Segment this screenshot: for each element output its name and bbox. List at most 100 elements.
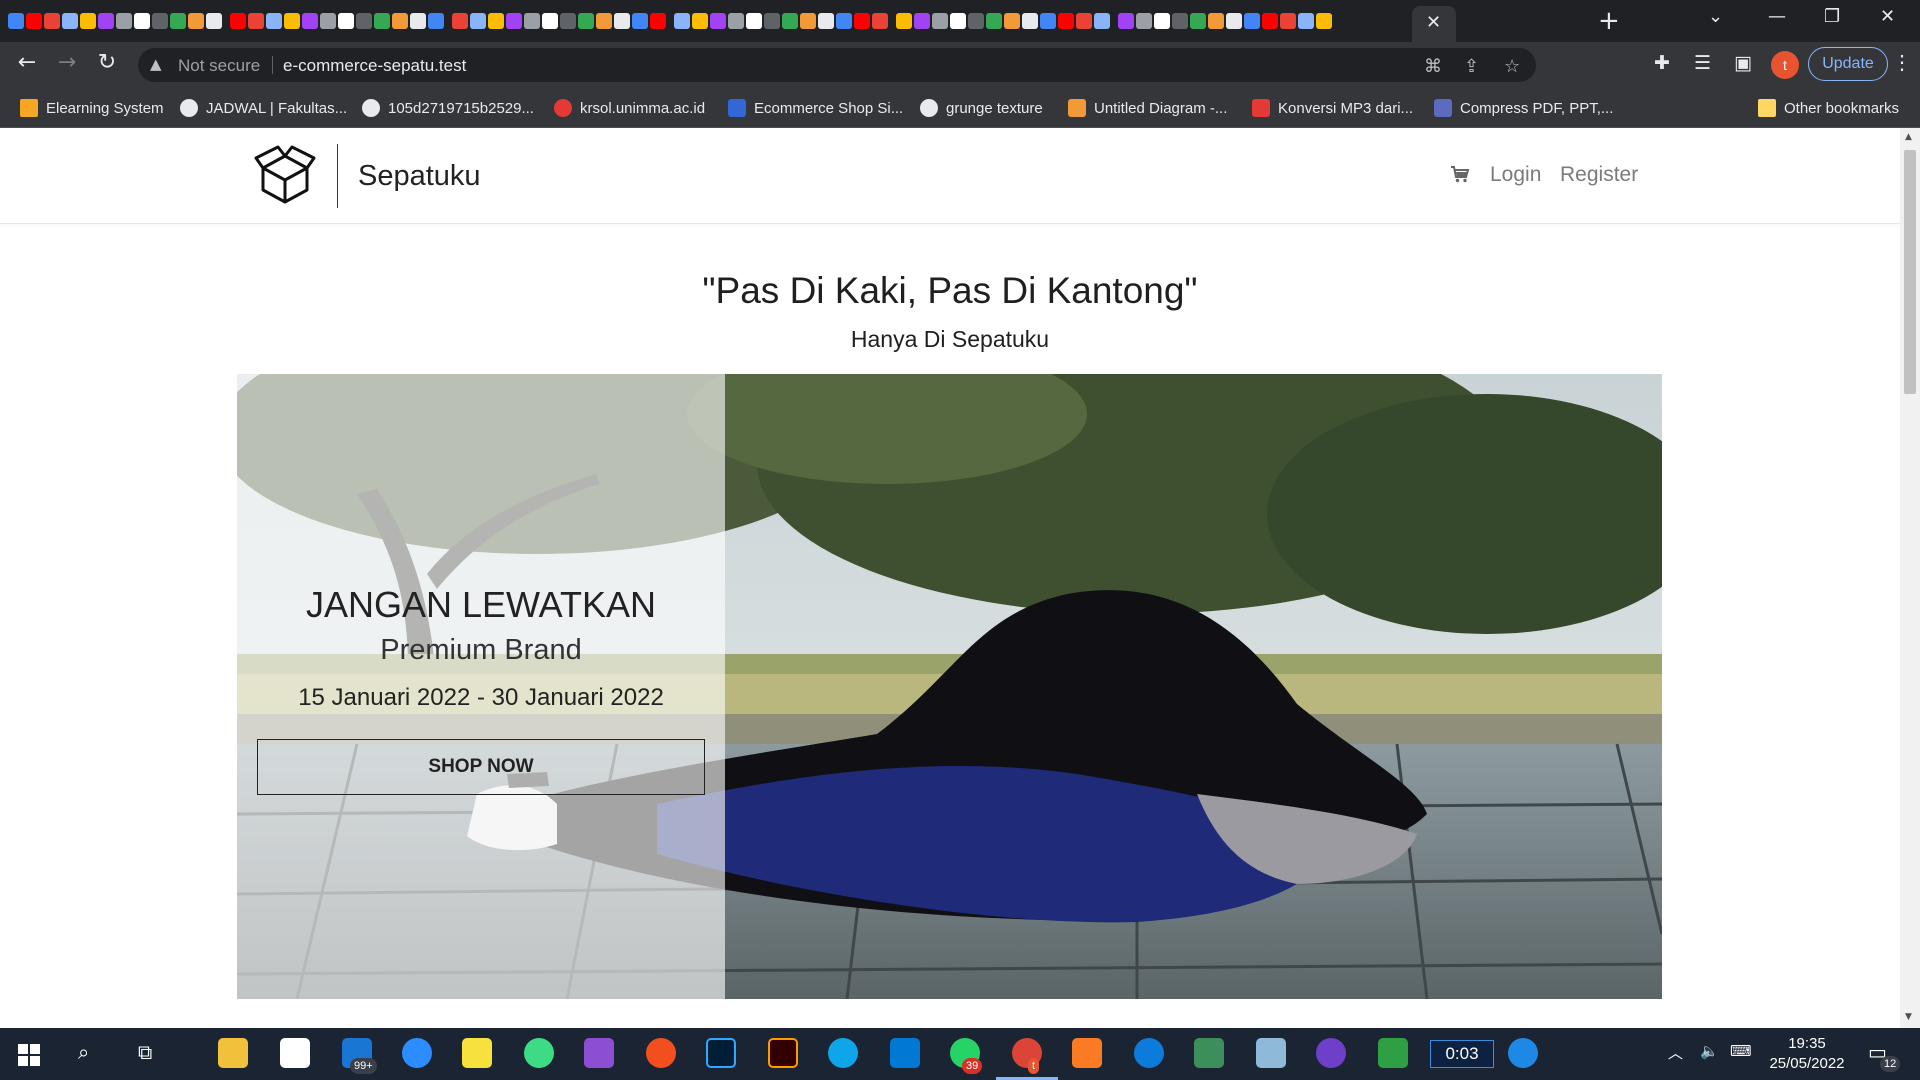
tab-favicon-icon[interactable] (986, 13, 1002, 29)
tab-favicon-icon[interactable] (170, 13, 186, 29)
tab-favicon-icon[interactable] (98, 13, 114, 29)
tab-favicon-icon[interactable] (392, 13, 408, 29)
tab-favicon-icon[interactable] (1112, 13, 1116, 29)
tab-favicon-icon[interactable] (1040, 13, 1056, 29)
tab-favicon-icon[interactable] (248, 13, 264, 29)
tab-favicon-icon[interactable] (1262, 13, 1278, 29)
tab-favicon-icon[interactable] (224, 13, 228, 29)
tab-favicon-icon[interactable] (62, 13, 78, 29)
tab-favicon-icon[interactable] (410, 13, 426, 29)
tab-favicon-icon[interactable] (338, 13, 354, 29)
tab-favicon-icon[interactable] (1280, 13, 1296, 29)
zoom-icon[interactable] (402, 1038, 432, 1068)
tab-favicon-icon[interactable] (596, 13, 612, 29)
bookmark-item[interactable]: Konversi MP3 dari... (1252, 96, 1413, 120)
tab-favicon-icon[interactable] (854, 13, 870, 29)
volume-icon[interactable]: 🔈 (1700, 1042, 1719, 1060)
github-desktop-icon[interactable] (1316, 1038, 1346, 1068)
tab-favicon-icon[interactable] (836, 13, 852, 29)
illustrator-icon[interactable] (768, 1038, 798, 1068)
tab-favicon-icon[interactable] (284, 13, 300, 29)
restore-button[interactable]: ❐ (1824, 6, 1840, 27)
tab-favicon-icon[interactable] (428, 13, 444, 29)
tab-favicon-icon[interactable] (374, 13, 390, 29)
shop-now-button[interactable]: SHOP NOW (257, 739, 705, 795)
tab-favicon-icon[interactable] (1172, 13, 1188, 29)
url-text[interactable]: e-commerce-sepatu.test (283, 56, 466, 76)
xampp-icon[interactable] (1072, 1038, 1102, 1068)
tab-favicon-icon[interactable] (896, 13, 912, 29)
tab-favicons-row[interactable] (8, 9, 1408, 33)
file-explorer-icon[interactable] (218, 1038, 248, 1068)
scroll-up-icon[interactable]: ▲ (1905, 132, 1912, 142)
bookmark-item[interactable]: Compress PDF, PPT,... (1434, 96, 1613, 120)
tab-favicon-icon[interactable] (968, 13, 984, 29)
tab-favicon-icon[interactable] (452, 13, 468, 29)
tab-favicon-icon[interactable] (188, 13, 204, 29)
tab-favicon-icon[interactable] (674, 13, 690, 29)
address-bar[interactable]: ▲ Not secure e-commerce-sepatu.test ⌘ ⇪ … (138, 48, 1536, 82)
tab-favicon-icon[interactable] (1004, 13, 1020, 29)
tab-favicon-icon[interactable] (1190, 13, 1206, 29)
bookmark-item[interactable]: krsol.unimma.ac.id (554, 96, 705, 120)
tab-favicon-icon[interactable] (710, 13, 726, 29)
not-secure-label[interactable]: Not secure (178, 56, 260, 76)
tab-favicon-icon[interactable] (206, 13, 222, 29)
store-icon[interactable] (280, 1038, 310, 1068)
tab-favicon-icon[interactable] (26, 13, 42, 29)
tab-favicon-icon[interactable] (320, 13, 336, 29)
active-tab[interactable]: ✕ (1412, 6, 1456, 42)
tab-favicon-icon[interactable] (650, 13, 666, 29)
tab-favicon-icon[interactable] (890, 13, 894, 29)
tab-favicon-icon[interactable] (1076, 13, 1092, 29)
tray-chevron-up-icon[interactable]: ︿ (1668, 1042, 1683, 1063)
profile-avatar[interactable]: t (1771, 51, 1799, 79)
tab-favicon-icon[interactable] (782, 13, 798, 29)
tab-favicon-icon[interactable] (872, 13, 888, 29)
tab-favicon-icon[interactable] (302, 13, 318, 29)
tab-favicon-icon[interactable] (116, 13, 132, 29)
tab-favicon-icon[interactable] (152, 13, 168, 29)
sticky-notes-icon[interactable] (462, 1038, 492, 1068)
bookmark-item[interactable]: Ecommerce Shop Si... (728, 96, 903, 120)
tab-favicon-icon[interactable] (230, 13, 246, 29)
help-icon[interactable] (1508, 1038, 1538, 1068)
scroll-down-icon[interactable]: ▼ (1905, 1012, 1912, 1022)
bookmark-item[interactable]: grunge texture (920, 96, 1043, 120)
reading-list-icon[interactable]: ☰ (1694, 52, 1711, 74)
figma-icon[interactable] (646, 1038, 676, 1068)
tab-favicon-icon[interactable] (1298, 13, 1314, 29)
tab-favicon-icon[interactable] (578, 13, 594, 29)
phpstorm-icon[interactable] (584, 1038, 614, 1068)
reload-icon[interactable]: ↻ (92, 50, 122, 75)
android-studio-icon[interactable] (524, 1038, 554, 1068)
edge-dev-icon[interactable] (828, 1038, 858, 1068)
minimize-button[interactable]: — (1768, 6, 1786, 27)
tab-favicon-icon[interactable] (1334, 13, 1338, 29)
tab-favicon-icon[interactable] (44, 13, 60, 29)
tab-favicon-icon[interactable] (560, 13, 576, 29)
login-link[interactable]: Login (1490, 163, 1541, 187)
tab-favicon-icon[interactable] (1226, 13, 1242, 29)
tab-favicon-icon[interactable] (764, 13, 780, 29)
extensions-puzzle-icon[interactable]: ✚ (1654, 52, 1670, 74)
vscode-icon[interactable] (890, 1038, 920, 1068)
side-panel-icon[interactable]: ▣ (1734, 52, 1752, 74)
bookmark-item[interactable]: Untitled Diagram -... (1068, 96, 1227, 120)
search-icon[interactable]: ⌕ (78, 1040, 89, 1064)
tab-favicon-icon[interactable] (692, 13, 708, 29)
forward-arrow-icon[interactable]: → (52, 50, 82, 75)
tab-favicon-icon[interactable] (506, 13, 522, 29)
tab-favicon-icon[interactable] (1022, 13, 1038, 29)
task-view-icon[interactable]: ⧉ (138, 1040, 152, 1064)
bookmark-item[interactable]: 105d2719715b2529... (362, 96, 534, 120)
new-tab-button[interactable]: + (1598, 6, 1620, 36)
tab-favicon-icon[interactable] (746, 13, 762, 29)
update-button[interactable]: Update (1808, 47, 1888, 81)
edge-icon[interactable] (1134, 1038, 1164, 1068)
close-tab-icon[interactable]: ✕ (1426, 12, 1441, 33)
bookmark-item[interactable]: Elearning System (20, 96, 164, 120)
tab-favicon-icon[interactable] (1208, 13, 1224, 29)
system-clock[interactable]: 19:35 25/05/2022 (1762, 1034, 1852, 1074)
tab-favicon-icon[interactable] (818, 13, 834, 29)
